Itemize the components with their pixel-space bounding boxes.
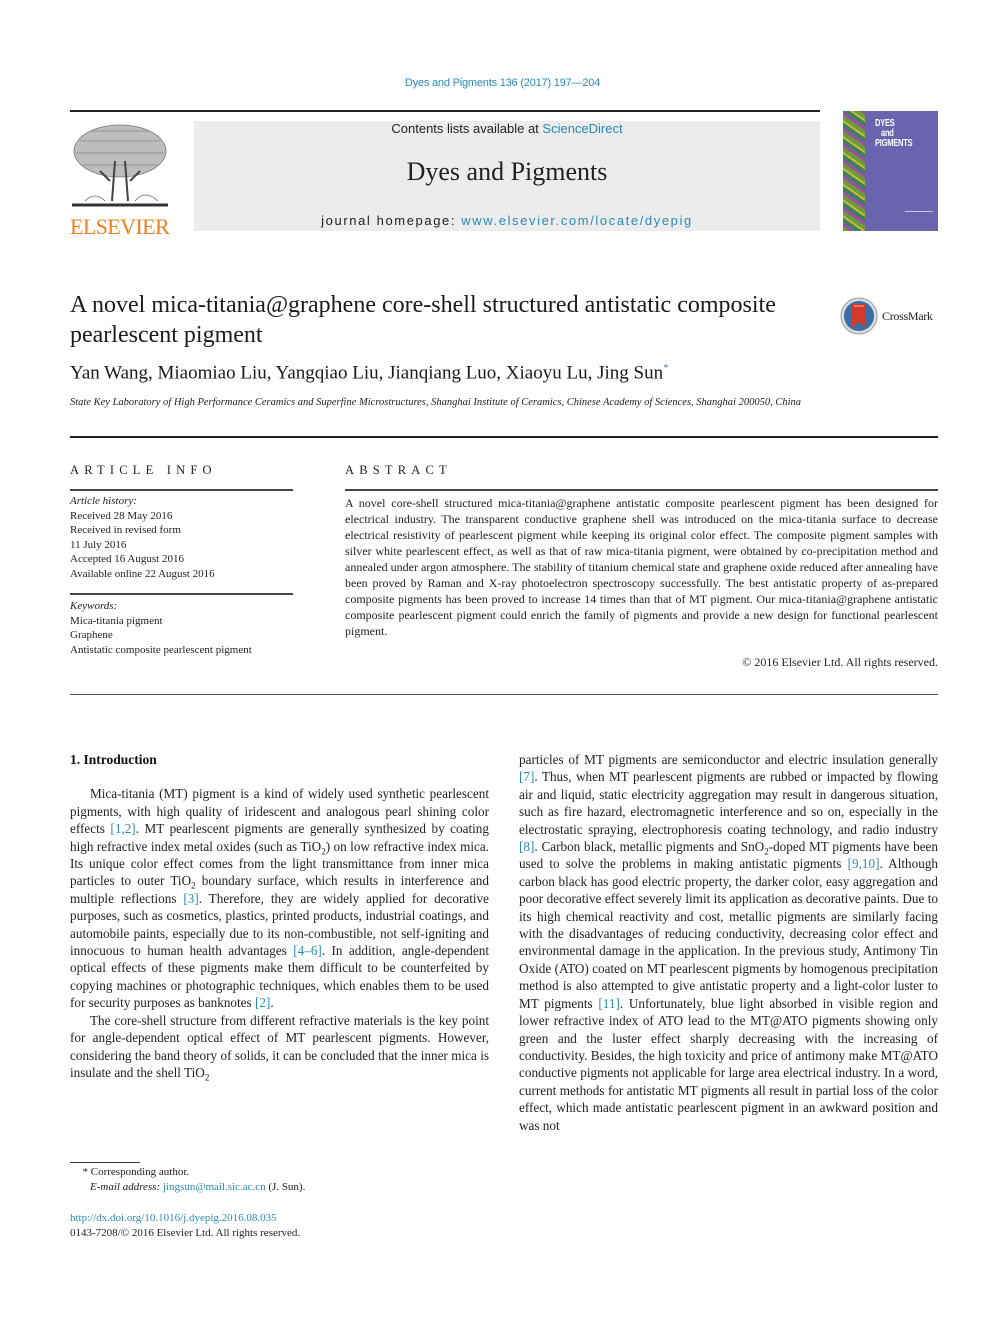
body-column-left: 1. Introduction Mica-titania (MT) pigmen…: [70, 751, 490, 1083]
history-item: Received 28 May 2016: [70, 509, 173, 522]
doi-link[interactable]: http://dx.doi.org/10.1016/j.dyepig.2016.…: [70, 1212, 277, 1224]
citation-link[interactable]: [9,10]: [848, 856, 880, 871]
journal-title: Dyes and Pigments: [406, 157, 608, 186]
email-line: E-mail address: jingsun@mail.sic.ac.cn (…: [70, 1180, 305, 1195]
keywords-rule: [70, 593, 293, 595]
cover-title-line: PIGMENTS: [875, 138, 913, 149]
title-block-rule: [70, 436, 938, 438]
abstract-text: A novel core-shell structured mica-titan…: [345, 496, 938, 638]
citation-link[interactable]: [4–6]: [293, 943, 322, 958]
elsevier-logo[interactable]: ELSEVIER: [70, 121, 170, 238]
keywords-label: Keywords:: [70, 600, 118, 612]
author-list: Yan Wang, Miaomiao Liu, Yangqiao Liu, Ji…: [70, 362, 669, 384]
subscript: 2: [204, 1072, 210, 1083]
article-title: A novel mica-titania@graphene core-shell…: [70, 292, 776, 348]
intro-paragraph: The core-shell structure from different …: [70, 1012, 489, 1083]
crossmark-icon: [840, 297, 878, 335]
author-email-link[interactable]: jingsun@mail.sic.ac.cn: [163, 1181, 266, 1193]
subscript: 2: [764, 846, 769, 857]
abstract-heading: ABSTRACT: [345, 463, 452, 477]
homepage-prefix: journal homepage:: [321, 213, 462, 228]
journal-homepage-link[interactable]: www.elsevier.com/locate/dyepig: [461, 213, 693, 228]
keyword-item: Antistatic composite pearlescent pigment: [70, 643, 252, 656]
corresponding-author-mark[interactable]: *: [663, 362, 669, 374]
doi-block: http://dx.doi.org/10.1016/j.dyepig.2016.…: [70, 1211, 300, 1241]
affiliation: State Key Laboratory of High Performance…: [70, 397, 802, 408]
keyword-item: Graphene: [70, 629, 113, 641]
journal-citation-link[interactable]: Dyes and Pigments 136 (2017) 197—204: [0, 77, 992, 89]
history-label: Article history:: [70, 495, 137, 507]
abstract-end-rule: [70, 694, 938, 695]
issn-line: 0143-7208/© 2016 Elsevier Ltd. All right…: [70, 1227, 301, 1239]
citation-link[interactable]: [8]: [519, 839, 534, 854]
citation-link[interactable]: [11]: [598, 996, 619, 1011]
footnote-rule: [70, 1162, 140, 1163]
abstract-copyright: © 2016 Elsevier Ltd. All rights reserved…: [742, 655, 938, 669]
history-item: Accepted 16 August 2016: [70, 553, 184, 565]
footnote-mark: *: [82, 1166, 89, 1178]
history-item: Available online 22 August 2016: [70, 567, 215, 580]
corresponding-author-note: * Corresponding author.: [70, 1165, 305, 1180]
subscript: 2: [191, 881, 196, 892]
crossmark-label: CrossMark: [882, 308, 933, 323]
crossmark-badge[interactable]: CrossMark: [840, 296, 950, 336]
header-rule: [70, 110, 820, 112]
authors-text: Yan Wang, Miaomiao Liu, Yangqiao Liu, Ji…: [70, 362, 664, 384]
article-info-rule: [70, 489, 293, 491]
history-item: 11 July 2016: [70, 538, 127, 551]
keyword-item: Mica-titania pigment: [70, 614, 163, 627]
history-item: Received in revised form: [70, 524, 181, 536]
email-suffix: (J. Sun).: [265, 1181, 306, 1193]
journal-masthead: Contents lists available at ScienceDirec…: [194, 121, 820, 231]
article-info-heading: ARTICLE INFO: [70, 463, 217, 477]
body-column-right: particles of MT pigments are semiconduct…: [519, 751, 938, 1134]
sciencedirect-link[interactable]: ScienceDirect: [542, 121, 622, 136]
journal-cover-thumbnail[interactable]: DYES and PIGMENTS: [843, 111, 938, 231]
contents-line: Contents lists available at ScienceDirec…: [194, 121, 820, 136]
elsevier-wordmark: ELSEVIER: [70, 214, 170, 239]
email-label: E-mail address:: [90, 1181, 163, 1193]
citation-link[interactable]: [3]: [183, 891, 198, 906]
abstract-rule: [345, 489, 938, 491]
citation-link[interactable]: [7]: [519, 769, 534, 784]
cover-publisher-mark: [905, 211, 933, 220]
intro-paragraph: Mica-titania (MT) pigment is a kind of w…: [70, 786, 490, 1011]
section-heading-introduction: 1. Introduction: [70, 752, 157, 767]
contents-prefix: Contents lists available at: [391, 121, 543, 136]
cover-title: DYES and PIGMENTS: [875, 119, 913, 149]
corresponding-author-text: Corresponding author.: [90, 1166, 190, 1178]
subscript: 2: [321, 846, 326, 857]
footnote: * Corresponding author. E-mail address: …: [70, 1165, 306, 1195]
elsevier-tree-icon: [70, 121, 170, 211]
keywords: Keywords: Mica-titania pigment Graphene …: [70, 599, 295, 657]
journal-homepage-line: journal homepage: www.elsevier.com/locat…: [194, 213, 820, 228]
intro-paragraph-continued: particles of MT pigments are semiconduct…: [519, 752, 939, 1133]
citation-link[interactable]: [2]: [255, 995, 270, 1010]
article-history: Article history: Received 28 May 2016 Re…: [70, 494, 295, 581]
citation-link[interactable]: [1,2]: [110, 821, 135, 836]
cover-pattern: [843, 111, 865, 231]
